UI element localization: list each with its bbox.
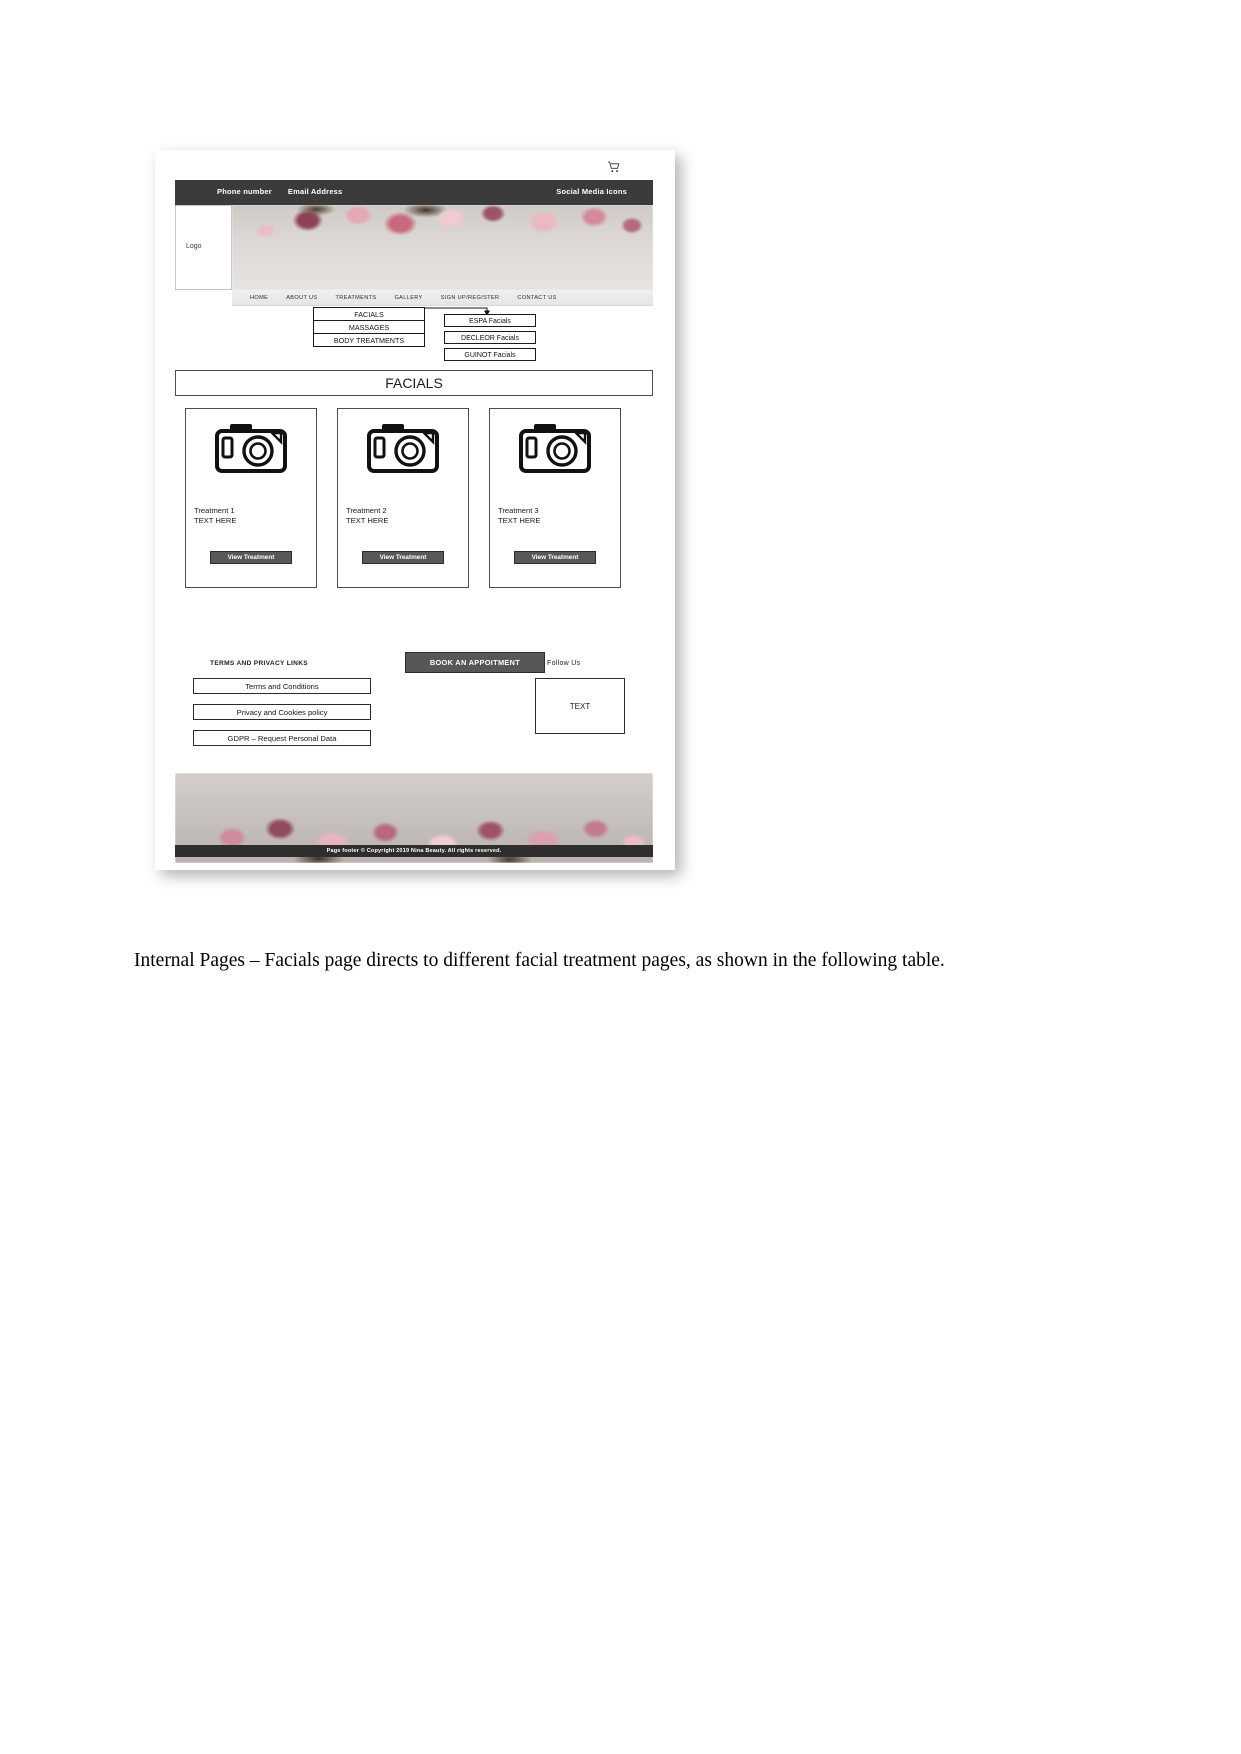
top-contact-bar: Phone number Email Address Social Media …	[175, 180, 653, 205]
book-an-appointment-button[interactable]: BOOK AN APPOITMENT	[405, 652, 545, 673]
page-title: FACIALS	[175, 370, 653, 396]
view-treatment-button[interactable]: View Treatment	[514, 551, 596, 564]
submenu-item-guinot-facials[interactable]: GUINOT Facials	[444, 348, 536, 361]
submenu-item-espa-facials[interactable]: ESPA Facials	[444, 314, 536, 327]
phone-number-label[interactable]: Phone number	[217, 187, 272, 196]
logo-placeholder[interactable]: Logo	[175, 205, 232, 290]
gdpr-request-personal-data-link[interactable]: GDPR – Request Personal Data	[193, 730, 371, 746]
treatment-card[interactable]: Treatment 2 TEXT HERE View Treatment	[337, 408, 469, 588]
dropdown-item-massages[interactable]: MASSAGES	[313, 320, 425, 334]
view-treatment-button[interactable]: View Treatment	[362, 551, 444, 564]
camera-icon	[367, 424, 439, 473]
roses-hero-image	[232, 205, 653, 290]
treatment-card[interactable]: Treatment 1 TEXT HERE View Treatment	[185, 408, 317, 588]
hero-banner	[175, 205, 653, 290]
submenu-item-decleor-facials[interactable]: DECLEOR Facials	[444, 331, 536, 344]
contact-group: Phone number Email Address	[217, 187, 342, 196]
footer-banner: Page footer © Copyright 2019 Nina Beauty…	[175, 773, 653, 863]
nav-list: HOME ABOUT US TREATMENTS GALLERY SIGN UP…	[232, 290, 653, 305]
facials-submenu: ESPA Facials DECLEOR Facials GUINOT Faci…	[444, 314, 536, 365]
treatment-card-subtitle: TEXT HERE	[498, 516, 541, 525]
treatment-card-title: Treatment 2	[346, 506, 387, 515]
copyright-text: Page footer © Copyright 2019 Nina Beauty…	[175, 845, 653, 857]
dropdown-item-facials[interactable]: FACIALS	[313, 307, 425, 321]
website-mockup: Phone number Email Address Social Media …	[175, 158, 653, 863]
wireframe-screenshot: Phone number Email Address Social Media …	[155, 150, 675, 870]
nav-item-treatments[interactable]: TREATMENTS	[335, 295, 376, 301]
dropdown-item-body-treatments[interactable]: BODY TREATMENTS	[313, 333, 425, 347]
social-feed-placeholder[interactable]: TEXT	[535, 678, 625, 734]
footer-links-section: TERMS AND PRIVACY LINKS Terms and Condit…	[175, 638, 653, 768]
logo-label: Logo	[186, 243, 202, 250]
nav-item-home[interactable]: HOME	[250, 295, 268, 301]
nav-item-contact-us[interactable]: CONTACT US	[517, 295, 556, 301]
terms-section-heading: TERMS AND PRIVACY LINKS	[210, 660, 308, 667]
email-address-label[interactable]: Email Address	[288, 187, 342, 196]
camera-icon	[215, 424, 287, 473]
social-media-icons-label[interactable]: Social Media Icons	[556, 187, 627, 196]
privacy-and-cookies-policy-link[interactable]: Privacy and Cookies policy	[193, 704, 371, 720]
treatment-card-title: Treatment 3	[498, 506, 539, 515]
shopping-cart-icon[interactable]	[607, 160, 621, 173]
nav-item-about-us[interactable]: ABOUT US	[286, 295, 317, 301]
view-treatment-button[interactable]: View Treatment	[210, 551, 292, 564]
treatment-card-title: Treatment 1	[194, 506, 235, 515]
treatment-card-grid: Treatment 1 TEXT HERE View Treatment Tre…	[185, 408, 643, 588]
treatment-card-subtitle: TEXT HERE	[194, 516, 237, 525]
page-caption: Internal Pages – Facials page directs to…	[134, 949, 945, 971]
camera-icon	[519, 424, 591, 473]
follow-us-heading: Follow Us	[547, 660, 581, 667]
treatment-card[interactable]: Treatment 3 TEXT HERE View Treatment	[489, 408, 621, 588]
main-navigation: HOME ABOUT US TREATMENTS GALLERY SIGN UP…	[232, 290, 653, 306]
terms-and-conditions-link[interactable]: Terms and Conditions	[193, 678, 371, 694]
nav-item-gallery[interactable]: GALLERY	[394, 295, 422, 301]
treatment-card-subtitle: TEXT HERE	[346, 516, 389, 525]
treatments-dropdown: FACIALS MASSAGES BODY TREATMENTS	[313, 307, 425, 347]
nav-item-sign-up-register[interactable]: SIGN UP/REGISTER	[441, 295, 500, 301]
